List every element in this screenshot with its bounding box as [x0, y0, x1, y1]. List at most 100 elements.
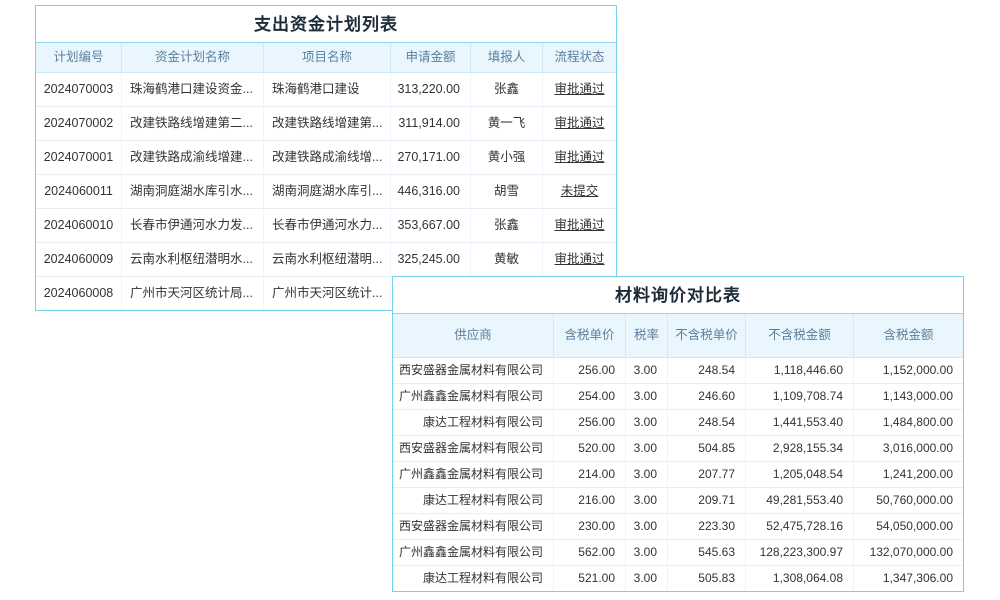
plan-id-link[interactable]: 2024070003 [36, 73, 121, 106]
status-link[interactable]: 审批通过 [542, 107, 616, 140]
plan-id-link[interactable]: 2024070002 [36, 107, 121, 140]
material-inquiry-panel: 材料询价对比表 供应商含税单价税率不含税单价不含税金额含税金额 西安盛器金属材料… [392, 276, 964, 592]
supplier-link[interactable]: 广州鑫鑫金属材料有限公司 [393, 540, 553, 565]
incl-tax-amount-cell: 1,143,000.00 [853, 384, 963, 409]
material-column-header: 不含税单价 [667, 314, 745, 357]
excl-tax-amount-cell: 128,223,300.97 [745, 540, 853, 565]
excl-tax-price-cell: 223.30 [667, 514, 745, 539]
tax-rate-cell: 3.00 [625, 462, 667, 487]
excl-tax-amount-cell: 1,118,446.60 [745, 358, 853, 383]
fund-plan-name-link[interactable]: 珠海鹤港口建设资金... [121, 73, 263, 106]
excl-tax-price-cell: 248.54 [667, 358, 745, 383]
project-name-link[interactable]: 广州市天河区统计... [263, 277, 390, 310]
table-row: 2024060009云南水利枢纽潜明水...云南水利枢纽潜明...325,245… [36, 242, 616, 276]
tax-rate-cell: 3.00 [625, 410, 667, 435]
project-name-link[interactable]: 珠海鹤港口建设 [263, 73, 390, 106]
plan-id-link[interactable]: 2024070001 [36, 141, 121, 174]
status-link[interactable]: 审批通过 [542, 243, 616, 276]
fund-plan-name-link[interactable]: 改建铁路成渝线增建... [121, 141, 263, 174]
project-name-link[interactable]: 湖南洞庭湖水库引... [263, 175, 390, 208]
tax-rate-cell: 3.00 [625, 488, 667, 513]
amount-cell: 313,220.00 [390, 73, 470, 106]
expense-column-header: 计划编号 [36, 43, 121, 72]
plan-id-link[interactable]: 2024060011 [36, 175, 121, 208]
supplier-link[interactable]: 西安盛器金属材料有限公司 [393, 436, 553, 461]
excl-tax-price-cell: 246.60 [667, 384, 745, 409]
expense-body: 2024070003珠海鹤港口建设资金...珠海鹤港口建设313,220.00张… [36, 73, 616, 310]
supplier-link[interactable]: 康达工程材料有限公司 [393, 410, 553, 435]
project-name-link[interactable]: 云南水利枢纽潜明... [263, 243, 390, 276]
table-row: 广州鑫鑫金属材料有限公司254.003.00246.601,109,708.74… [393, 383, 963, 409]
supplier-link[interactable]: 广州鑫鑫金属材料有限公司 [393, 384, 553, 409]
expense-header-row: 计划编号资金计划名称项目名称申请金额填报人流程状态 [36, 43, 616, 73]
amount-cell: 270,171.00 [390, 141, 470, 174]
table-row: 广州鑫鑫金属材料有限公司562.003.00545.63128,223,300.… [393, 539, 963, 565]
table-row: 2024060010长春市伊通河水力发...长春市伊通河水力...353,667… [36, 208, 616, 242]
fund-plan-name-link[interactable]: 改建铁路线增建第二... [121, 107, 263, 140]
amount-cell: 446,316.00 [390, 175, 470, 208]
incl-tax-price-cell: 216.00 [553, 488, 625, 513]
reporter-cell: 黄小强 [470, 141, 542, 174]
reporter-cell: 张鑫 [470, 73, 542, 106]
incl-tax-amount-cell: 1,241,200.00 [853, 462, 963, 487]
tax-rate-cell: 3.00 [625, 384, 667, 409]
supplier-link[interactable]: 西安盛器金属材料有限公司 [393, 514, 553, 539]
supplier-link[interactable]: 康达工程材料有限公司 [393, 566, 553, 591]
expense-plan-panel: 支出资金计划列表 计划编号资金计划名称项目名称申请金额填报人流程状态 20240… [35, 5, 617, 311]
fund-plan-name-link[interactable]: 云南水利枢纽潜明水... [121, 243, 263, 276]
fund-plan-name-link[interactable]: 湖南洞庭湖水库引水... [121, 175, 263, 208]
incl-tax-price-cell: 562.00 [553, 540, 625, 565]
fund-plan-name-link[interactable]: 长春市伊通河水力发... [121, 209, 263, 242]
reporter-cell: 黄一飞 [470, 107, 542, 140]
table-row: 康达工程材料有限公司256.003.00248.541,441,553.401,… [393, 409, 963, 435]
reporter-cell: 黄敏 [470, 243, 542, 276]
supplier-link[interactable]: 西安盛器金属材料有限公司 [393, 358, 553, 383]
project-name-link[interactable]: 改建铁路线增建第... [263, 107, 390, 140]
excl-tax-price-cell: 505.83 [667, 566, 745, 591]
tax-rate-cell: 3.00 [625, 358, 667, 383]
status-link[interactable]: 审批通过 [542, 141, 616, 174]
excl-tax-price-cell: 207.77 [667, 462, 745, 487]
excl-tax-amount-cell: 1,205,048.54 [745, 462, 853, 487]
table-row: 康达工程材料有限公司521.003.00505.831,308,064.081,… [393, 565, 963, 591]
supplier-link[interactable]: 广州鑫鑫金属材料有限公司 [393, 462, 553, 487]
status-link[interactable]: 审批通过 [542, 209, 616, 242]
excl-tax-amount-cell: 1,109,708.74 [745, 384, 853, 409]
incl-tax-amount-cell: 1,347,306.00 [853, 566, 963, 591]
excl-tax-amount-cell: 52,475,728.16 [745, 514, 853, 539]
table-row: 西安盛器金属材料有限公司520.003.00504.852,928,155.34… [393, 435, 963, 461]
expense-column-header: 流程状态 [542, 43, 616, 72]
fund-plan-name-link[interactable]: 广州市天河区统计局... [121, 277, 263, 310]
status-link[interactable]: 未提交 [542, 175, 616, 208]
expense-column-header: 项目名称 [263, 43, 390, 72]
expense-panel-title: 支出资金计划列表 [36, 6, 616, 43]
plan-id-link[interactable]: 2024060010 [36, 209, 121, 242]
status-link[interactable]: 审批通过 [542, 73, 616, 106]
table-row: 西安盛器金属材料有限公司256.003.00248.541,118,446.60… [393, 358, 963, 383]
table-row: 2024070003珠海鹤港口建设资金...珠海鹤港口建设313,220.00张… [36, 73, 616, 106]
material-column-header: 含税金额 [853, 314, 963, 357]
incl-tax-amount-cell: 54,050,000.00 [853, 514, 963, 539]
amount-cell: 325,245.00 [390, 243, 470, 276]
project-name-link[interactable]: 改建铁路成渝线增... [263, 141, 390, 174]
excl-tax-amount-cell: 49,281,553.40 [745, 488, 853, 513]
plan-id-link[interactable]: 2024060009 [36, 243, 121, 276]
excl-tax-amount-cell: 2,928,155.34 [745, 436, 853, 461]
tax-rate-cell: 3.00 [625, 436, 667, 461]
excl-tax-amount-cell: 1,441,553.40 [745, 410, 853, 435]
reporter-cell: 张鑫 [470, 209, 542, 242]
plan-id-link[interactable]: 2024060008 [36, 277, 121, 310]
expense-column-header: 资金计划名称 [121, 43, 263, 72]
table-row: 2024070001改建铁路成渝线增建...改建铁路成渝线增...270,171… [36, 140, 616, 174]
incl-tax-price-cell: 256.00 [553, 410, 625, 435]
excl-tax-amount-cell: 1,308,064.08 [745, 566, 853, 591]
table-row: 2024060011湖南洞庭湖水库引水...湖南洞庭湖水库引...446,316… [36, 174, 616, 208]
incl-tax-price-cell: 230.00 [553, 514, 625, 539]
project-name-link[interactable]: 长春市伊通河水力... [263, 209, 390, 242]
incl-tax-amount-cell: 1,484,800.00 [853, 410, 963, 435]
material-column-header: 含税单价 [553, 314, 625, 357]
material-body: 西安盛器金属材料有限公司256.003.00248.541,118,446.60… [393, 358, 963, 591]
supplier-link[interactable]: 康达工程材料有限公司 [393, 488, 553, 513]
material-panel-title: 材料询价对比表 [393, 277, 963, 314]
excl-tax-price-cell: 209.71 [667, 488, 745, 513]
